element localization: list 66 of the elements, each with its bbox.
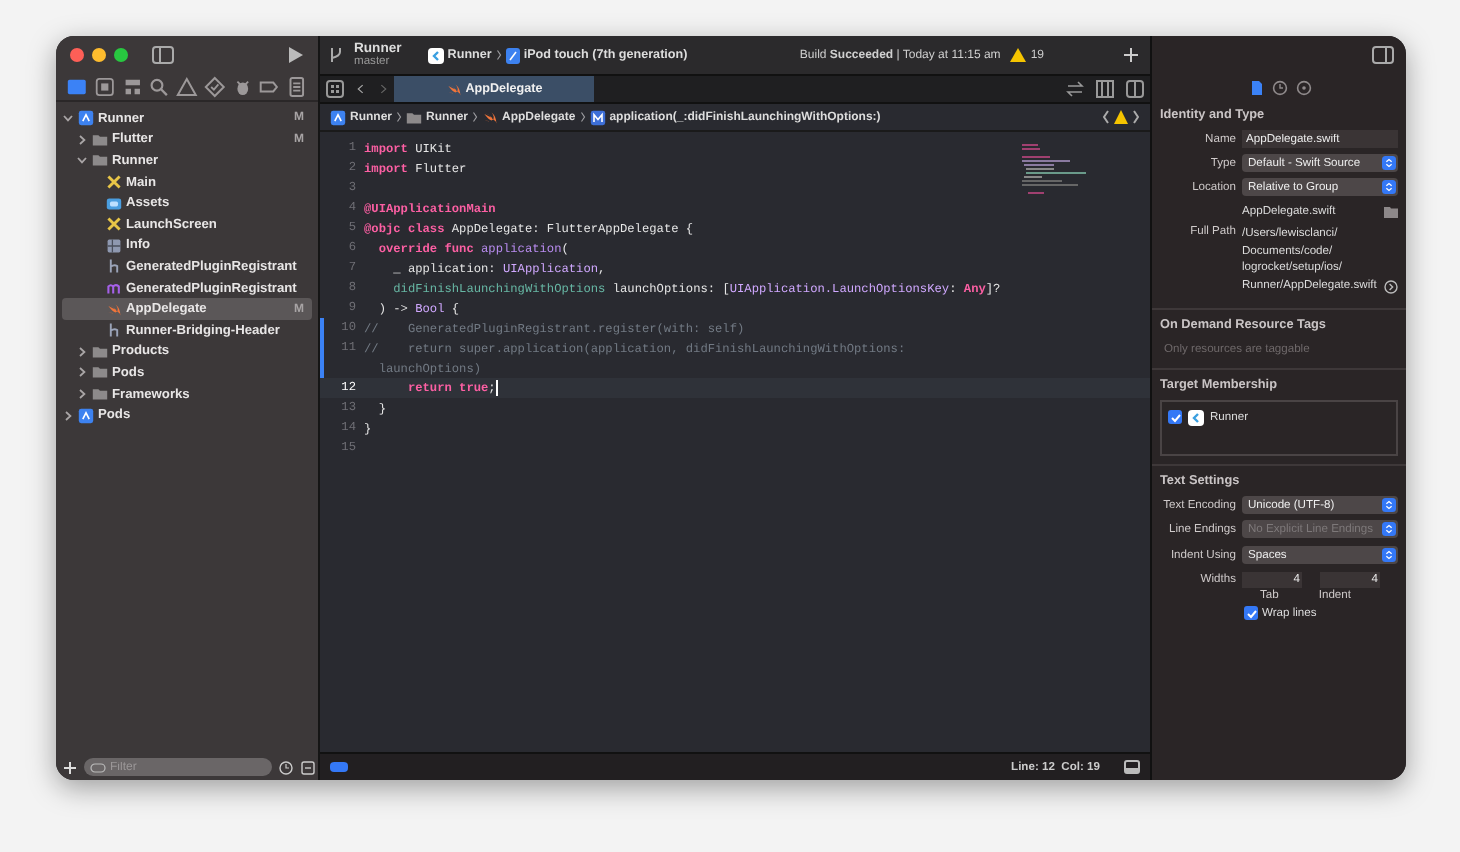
history-icon[interactable] [1271,79,1287,95]
reveal-arrow-icon[interactable] [1384,280,1398,294]
chevron-icon [472,110,478,124]
swift-file-icon [106,301,122,318]
swap-icon[interactable] [1066,80,1084,98]
folder-icon[interactable] [66,76,88,98]
popup-arrows-icon [1382,156,1396,170]
branch-icon [328,46,344,64]
chevron-icon [396,110,402,124]
breakpoint-icon[interactable] [258,76,281,98]
filter-options-icon[interactable] [90,759,106,775]
popup-arrows-icon [1382,522,1396,536]
app-icon [1188,409,1204,425]
project-icon [78,407,94,424]
header-file-icon [106,322,122,339]
popup-arrows-icon [1382,498,1396,512]
modified-files-icon[interactable] [300,759,316,775]
sidebar-toggle-icon[interactable] [152,46,174,64]
target-checkbox[interactable] [1168,410,1182,424]
chevron-icon [495,48,502,62]
previous-issue-icon[interactable] [1102,110,1110,124]
wrap-lines-checkbox[interactable] [1244,606,1258,620]
warning-icon[interactable] [1010,48,1027,62]
assets-icon [106,195,122,212]
grid-icon[interactable] [326,80,344,98]
next-issue-icon[interactable] [1132,110,1140,124]
add-icon[interactable] [1124,48,1138,62]
add-icon[interactable] [62,759,78,775]
folder-icon [406,109,422,125]
objc-file-icon [106,280,122,297]
help-icon[interactable] [1295,79,1311,95]
debug-area-icon[interactable] [1124,760,1140,774]
split-editor-icon[interactable] [1126,80,1144,98]
popup-arrows-icon [1382,180,1396,194]
bug-icon[interactable] [231,76,253,98]
popup-arrows-icon [1382,548,1396,562]
file-icon[interactable] [1247,79,1263,95]
recent-files-icon[interactable] [278,759,294,775]
hierarchy-icon[interactable] [121,76,143,98]
test-diamond-icon[interactable] [203,76,226,98]
breakpoints-toggle[interactable] [330,762,348,772]
swift-file-icon [482,109,498,125]
project-icon [78,110,94,127]
warning-icon[interactable] [176,76,198,98]
warning-icon[interactable] [1114,110,1128,124]
header-file-icon [106,258,122,275]
minimize-button[interactable] [92,48,106,62]
chevron-icon [579,110,586,124]
zoom-button[interactable] [114,48,128,62]
back-icon[interactable] [356,80,366,98]
app-icon [427,47,444,63]
minimap-drawing [1022,144,1086,194]
close-button[interactable] [70,48,84,62]
folder-icon[interactable] [1384,205,1398,217]
run-icon[interactable] [288,46,304,64]
project-icon [330,109,346,125]
report-icon[interactable] [286,76,309,98]
inspector-toggle-icon[interactable] [1372,46,1394,64]
method-icon [589,109,606,125]
storyboard-icon [106,216,122,233]
search-icon[interactable] [148,76,171,98]
swift-file-icon [445,81,462,97]
table-icon [106,237,122,254]
source-control-icon[interactable] [93,76,116,98]
storyboard-icon [106,174,122,191]
device-icon [505,47,520,63]
